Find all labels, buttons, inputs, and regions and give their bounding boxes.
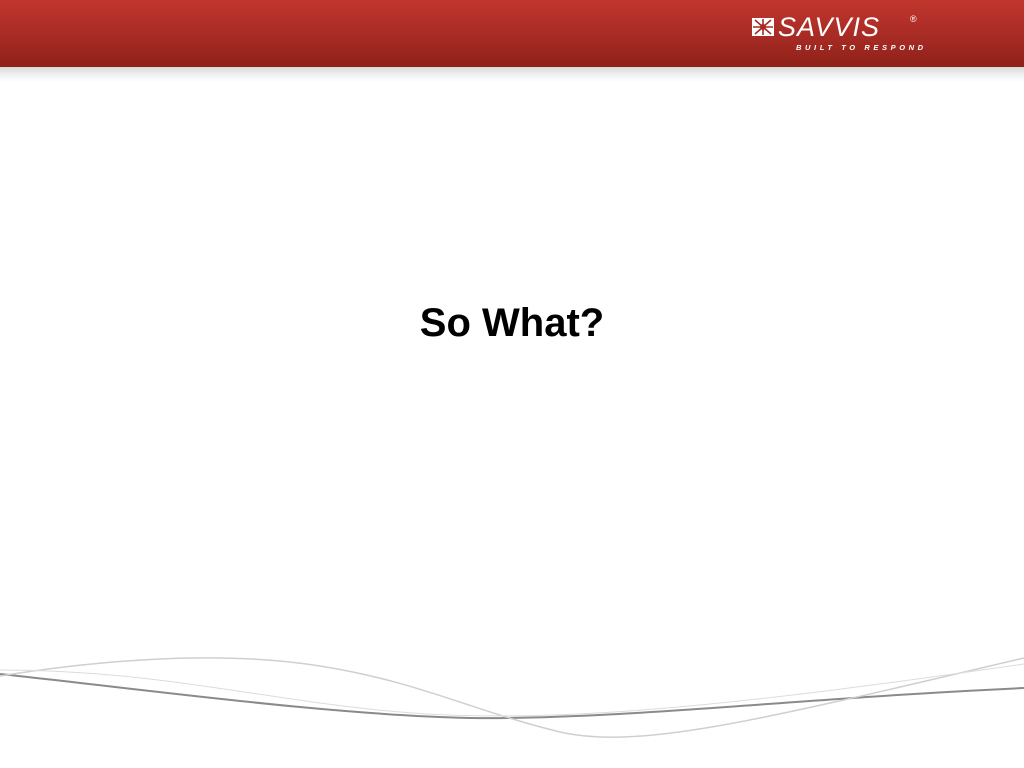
swoosh-line-dark xyxy=(0,673,1024,720)
logo-registered-mark: ® xyxy=(910,14,917,24)
savvis-star-icon xyxy=(752,18,774,36)
swoosh-line-light-lower xyxy=(0,663,1024,717)
savvis-logo: SAVVIS ® BUILT TO RESPOND xyxy=(752,12,942,57)
logo-tagline: BUILT TO RESPOND xyxy=(796,43,927,52)
slide: SAVVIS ® BUILT TO RESPOND So What? xyxy=(0,0,1024,768)
header-bar: SAVVIS ® BUILT TO RESPOND xyxy=(0,0,1024,67)
header-underline xyxy=(0,67,1024,82)
slide-title: So What? xyxy=(419,301,605,345)
logo-name: SAVVIS xyxy=(778,12,881,42)
footer-swoosh xyxy=(0,657,1024,738)
